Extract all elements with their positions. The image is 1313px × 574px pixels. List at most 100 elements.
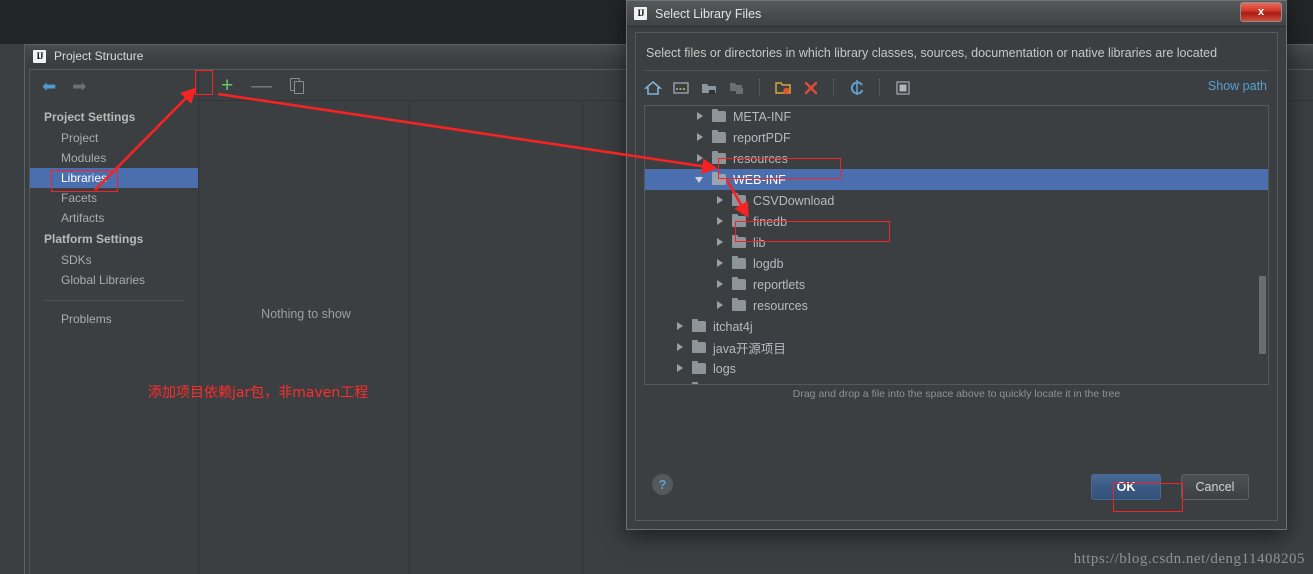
chevron-right-icon[interactable] (715, 279, 726, 290)
tree-row[interactable]: resources (645, 148, 1268, 169)
settings-nav-list: Project Settings Project Modules Librari… (30, 102, 198, 329)
toolbar-separator-1 (759, 78, 761, 96)
column-divider-1[interactable] (409, 101, 410, 574)
drag-drop-hint: Drag and drop a file into the space abov… (792, 388, 1121, 400)
chevron-right-icon[interactable] (715, 195, 726, 206)
chevron-right-icon[interactable] (695, 153, 706, 164)
sidebar-item-project[interactable]: Project (30, 128, 198, 148)
folder-icon (712, 150, 726, 164)
sidebar-item-artifacts[interactable]: Artifacts (30, 208, 198, 228)
close-icon[interactable]: x (1240, 2, 1282, 22)
refresh-icon[interactable] (848, 79, 866, 96)
folder-icon (732, 255, 746, 269)
chevron-right-icon[interactable] (675, 342, 686, 353)
tree-row-label: reportPDF (733, 130, 791, 145)
tree-scrollbar[interactable] (1259, 276, 1266, 354)
remove-library-button[interactable]: — (251, 75, 272, 96)
tree-row-label: META-INF (733, 109, 792, 124)
intellij-logo-icon: IJ (33, 49, 46, 63)
folder-icon (712, 108, 726, 122)
chevron-right-icon[interactable] (715, 237, 726, 248)
sidebar-item-global-libraries[interactable]: Global Libraries (30, 270, 198, 290)
chevron-right-icon[interactable] (715, 216, 726, 227)
folder-up-icon[interactable] (700, 79, 718, 96)
file-chooser-toolbar: Show path (643, 70, 1269, 103)
tree-row[interactable]: resources (645, 295, 1268, 316)
tree-row[interactable]: reportPDF (645, 127, 1268, 148)
folder-subdir-icon[interactable] (728, 79, 746, 96)
desktop-icon[interactable] (672, 79, 690, 96)
dialog-button-row: ? OK Cancel (636, 474, 1277, 502)
dialog-content: Select files or directories in which lib… (635, 32, 1278, 521)
project-structure-title: Project Structure (54, 49, 144, 63)
tree-row[interactable]: logs (645, 358, 1268, 379)
intellij-logo-icon-dialog: IJ (634, 7, 647, 20)
chevron-right-icon[interactable] (715, 300, 726, 311)
toolbar-separator-2 (833, 78, 835, 96)
column-divider-2[interactable] (582, 101, 583, 574)
nav-group-project-settings: Project Settings (44, 110, 136, 124)
folder-icon (732, 213, 746, 227)
folder-icon (692, 318, 706, 332)
sidebar-item-modules[interactable]: Modules (30, 148, 198, 168)
home-icon[interactable] (643, 79, 663, 96)
sidebar-item-sdks[interactable]: SDKs (30, 250, 198, 270)
tree-row[interactable]: reportlets (645, 274, 1268, 295)
arrow-left-icon[interactable]: ⬅ (42, 78, 56, 95)
libraries-empty-state: Nothing to show (261, 307, 351, 321)
nav-history-toolbar: ⬅ ➡ (30, 70, 198, 102)
delete-icon[interactable] (802, 79, 820, 96)
tree-row[interactable]: itchat4j (645, 316, 1268, 337)
folder-icon (692, 381, 698, 384)
sidebar-item-libraries[interactable]: Libraries (30, 168, 198, 188)
watermark: https://blog.csdn.net/deng11408205 (1073, 551, 1305, 567)
folder-icon (732, 234, 746, 248)
folder-icon (692, 360, 706, 374)
chevron-down-icon[interactable] (695, 174, 706, 185)
chevron-right-icon[interactable] (675, 321, 686, 332)
select-library-files-dialog: IJ Select Library Files x Select files o… (626, 0, 1287, 530)
chevron-right-icon[interactable] (695, 132, 706, 143)
tree-row[interactable]: lib (645, 232, 1268, 253)
chevron-right-icon[interactable] (715, 258, 726, 269)
tree-row-label: resources (753, 298, 808, 313)
tree-row[interactable]: logdb (645, 253, 1268, 274)
toolbar-separator-3 (879, 78, 881, 96)
tree-row-label: lib (753, 235, 766, 250)
tree-row-label: logs (713, 361, 736, 376)
show-hidden-icon[interactable] (894, 79, 912, 96)
arrow-right-icon[interactable]: ➡ (72, 78, 86, 95)
dialog-instruction: Select files or directories in which lib… (646, 46, 1218, 60)
sidebar-item-facets[interactable]: Facets (30, 188, 198, 208)
cancel-button[interactable]: Cancel (1181, 474, 1249, 500)
file-tree[interactable]: META-INF reportPDF resources WEB-INF CSVDown… (644, 105, 1269, 385)
help-icon[interactable]: ? (652, 474, 673, 495)
show-path-link[interactable]: Show path (1208, 79, 1267, 93)
tree-row-label: itchat4j (713, 319, 753, 334)
ok-button[interactable]: OK (1091, 474, 1161, 500)
tree-row[interactable]: META-INF (645, 106, 1268, 127)
sidebar-item-problems[interactable]: Problems (30, 309, 198, 329)
folder-icon (712, 171, 726, 185)
chevron-right-icon[interactable] (675, 363, 686, 374)
nav-divider (44, 300, 184, 301)
tree-row[interactable]: WEB-INF (645, 169, 1268, 190)
screen-root: IJ Project Structure ⬅ ➡ Project Setting… (0, 0, 1313, 574)
tree-row-label: logdb (753, 256, 784, 271)
tree-row-label: resources (733, 151, 788, 166)
dialog-titlebar: IJ Select Library Files x (627, 1, 1286, 27)
tree-row-label: CSVDownload (753, 193, 835, 208)
tree-row[interactable]: java开源项目 (645, 337, 1268, 358)
tree-row[interactable]: Program Files (645, 379, 1268, 385)
tree-row-label: finedb (753, 214, 788, 229)
folder-icon (692, 339, 706, 353)
tree-row[interactable]: finedb (645, 211, 1268, 232)
chinese-annotation: 添加项目依赖jar包，非maven工程 (148, 385, 369, 401)
folder-icon (732, 192, 746, 206)
tree-row[interactable]: CSVDownload (645, 190, 1268, 211)
new-folder-icon[interactable] (774, 79, 792, 96)
add-library-button[interactable]: + (221, 75, 233, 96)
chevron-right-icon[interactable] (675, 384, 686, 385)
copy-icon[interactable] (290, 77, 305, 94)
chevron-right-icon[interactable] (695, 111, 706, 122)
